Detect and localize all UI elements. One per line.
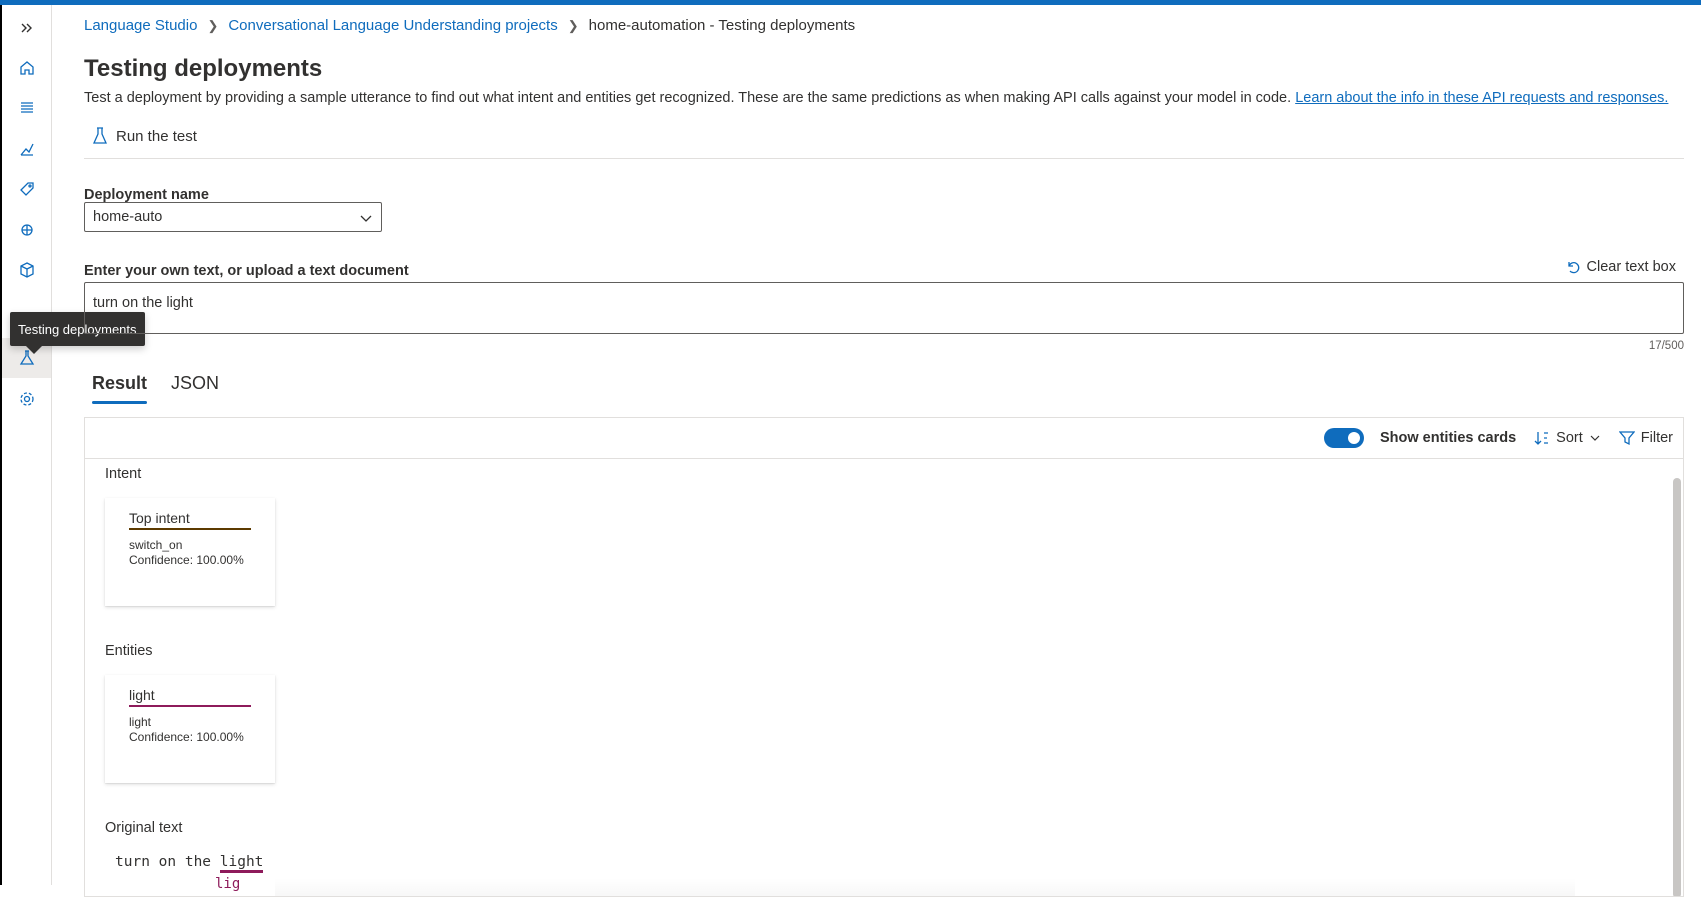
top-accent-bar	[0, 0, 1701, 5]
nav-deploy[interactable]	[2, 250, 51, 290]
filter-button[interactable]: Filter	[1618, 430, 1673, 446]
clear-text-button[interactable]: Clear text box	[1565, 259, 1676, 275]
chevron-down-icon	[360, 215, 372, 222]
nav-schema[interactable]	[2, 88, 51, 128]
tab-result[interactable]: Result	[92, 373, 148, 404]
page-description: Test a deployment by providing a sample …	[84, 90, 1668, 106]
cube-icon	[19, 262, 34, 278]
utterance-textbox[interactable]: turn on the light	[84, 282, 1684, 334]
intent-name: switch_on	[129, 538, 183, 552]
result-tabs: Result JSON	[92, 373, 219, 404]
entity-card: light light Confidence: 100.00%	[105, 675, 275, 783]
page-title: Testing deployments	[84, 55, 323, 82]
filter-label: Filter	[1640, 430, 1673, 446]
vertical-scrollbar[interactable]	[1673, 478, 1681, 896]
brain-icon	[20, 224, 33, 236]
show-entities-label: Show entities cards	[1379, 430, 1517, 446]
sort-icon	[1534, 432, 1549, 445]
character-counter: 17/500	[1648, 340, 1684, 352]
build-icon	[20, 143, 34, 156]
nav-training[interactable]	[2, 129, 51, 169]
undo-icon	[1567, 262, 1579, 274]
entity-card-title: light	[129, 687, 251, 707]
list-icon	[20, 102, 33, 113]
breadcrumb-current: home-automation - Testing deployments	[588, 17, 856, 34]
original-text-prefix: turn on the	[115, 854, 220, 870]
nav-home[interactable]	[2, 48, 51, 88]
home-icon	[19, 61, 34, 75]
command-divider	[84, 158, 1684, 159]
tag-icon	[19, 182, 34, 196]
beaker-icon	[92, 127, 108, 144]
sort-button[interactable]: Sort	[1534, 430, 1601, 446]
sort-label: Sort	[1556, 430, 1583, 446]
learn-more-link[interactable]: Learn about the info in these API reques…	[1295, 90, 1668, 106]
tab-json[interactable]: JSON	[171, 373, 219, 404]
run-test-label: Run the test	[116, 127, 197, 145]
intent-card-title: Top intent	[129, 510, 251, 530]
bottom-fade	[275, 878, 1575, 896]
nav-label[interactable]	[2, 169, 51, 209]
show-entities-toggle[interactable]	[1323, 428, 1364, 448]
deployment-name-label: Deployment name	[84, 187, 209, 203]
deployment-dropdown[interactable]: home-auto	[84, 202, 382, 232]
show-entities-toggle-group: Show entities cards	[1323, 428, 1517, 448]
input-label: Enter your own text, or upload a text do…	[84, 263, 409, 279]
chevron-down-icon	[1590, 435, 1600, 441]
entity-tag-label: lig	[215, 876, 241, 892]
nav-model-performance[interactable]	[2, 210, 51, 250]
original-text-entity: light	[219, 854, 264, 873]
breadcrumb-language-studio[interactable]: Language Studio	[84, 17, 197, 34]
deployment-selected-value: home-auto	[93, 209, 163, 225]
original-text-section-title: Original text	[105, 820, 183, 836]
entities-section-title: Entities	[105, 643, 153, 659]
result-toolbar: Show entities cards Sort Filter	[85, 418, 1683, 459]
chevron-right-icon: ❯	[567, 17, 579, 33]
intent-card: Top intent switch_on Confidence: 100.00%	[105, 498, 275, 606]
clear-text-label: Clear text box	[1586, 259, 1676, 275]
entity-confidence: Confidence: 100.00%	[129, 730, 244, 744]
breadcrumb: Language Studio ❯ Conversational Languag…	[84, 17, 855, 34]
chevron-right-icon: ❯	[207, 17, 219, 33]
double-chevron-right-icon	[21, 23, 32, 33]
expand-nav-button[interactable]	[2, 8, 51, 48]
breadcrumb-clu-projects[interactable]: Conversational Language Understanding pr…	[228, 17, 557, 34]
gear-icon	[19, 392, 34, 406]
run-test-button[interactable]: Run the test	[92, 127, 197, 145]
nav-settings[interactable]	[2, 379, 51, 419]
filter-icon	[1618, 431, 1635, 446]
original-text: turn on the light	[115, 854, 264, 873]
description-text: Test a deployment by providing a sample …	[84, 90, 1292, 106]
result-panel: Show entities cards Sort Filter Intent T…	[84, 417, 1684, 897]
entity-name: light	[129, 715, 152, 729]
left-nav-rail	[2, 5, 52, 885]
intent-section-title: Intent	[105, 466, 142, 482]
intent-confidence: Confidence: 100.00%	[129, 553, 244, 567]
